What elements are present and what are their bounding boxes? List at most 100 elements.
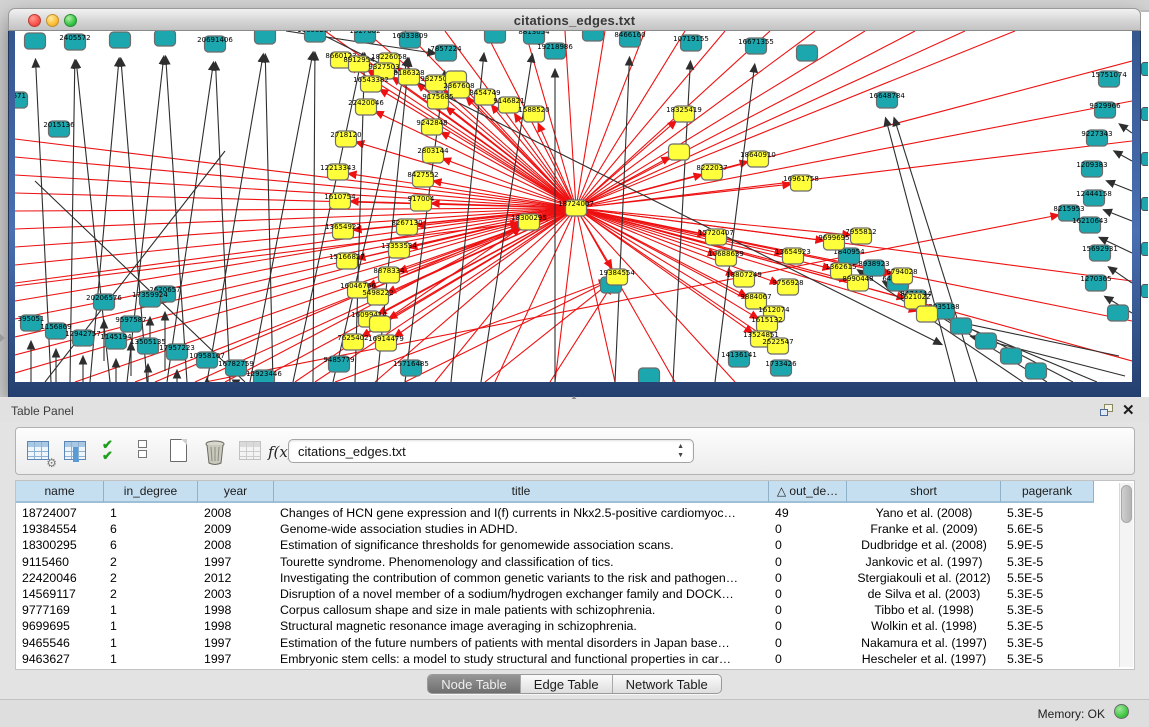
graph-edge[interactable] — [15, 208, 576, 229]
graph-node[interactable]: 19218986 — [537, 43, 573, 59]
graph-node[interactable]: 1209383 — [1076, 161, 1107, 177]
table-row[interactable]: 1830029562008Estimation of significance … — [16, 537, 1094, 553]
graph-node[interactable]: 1615132 — [751, 316, 782, 332]
graph-node[interactable]: 13353534 — [381, 242, 417, 258]
graph-node[interactable] — [1026, 363, 1047, 379]
graph-node[interactable]: 10653287 — [297, 31, 333, 42]
tab-network-table[interactable]: Network Table — [613, 675, 721, 693]
graph-node[interactable]: 9175685 — [422, 93, 453, 109]
graph-node[interactable]: 18640910 — [740, 151, 776, 167]
graph-node[interactable]: 16543382 — [353, 76, 389, 92]
table-row[interactable]: 2242004622012Investigating the contribut… — [16, 570, 1094, 586]
graph-node[interactable] — [669, 144, 690, 160]
table-row[interactable]: 911546021997Tourette syndrome. Phenomeno… — [16, 554, 1094, 570]
graph-node[interactable] — [951, 318, 972, 334]
float-panel-icon[interactable] — [1100, 404, 1114, 417]
graph-node[interactable] — [639, 368, 660, 382]
table-row[interactable]: 1938455462009Genome-wide association stu… — [16, 521, 1094, 537]
graph-node[interactable]: 9329966 — [1089, 102, 1121, 118]
graph-edge[interactable] — [576, 31, 605, 208]
graph-edge[interactable] — [166, 57, 187, 382]
table-row[interactable]: 977716911998Corpus callosum shape and si… — [16, 602, 1094, 618]
graph-node[interactable]: 12444158 — [1076, 190, 1112, 206]
graph-edge[interactable] — [15, 139, 576, 208]
graph-node[interactable]: 1588520 — [518, 106, 549, 122]
table-row[interactable]: 1456911722003Disruption of a novel membe… — [16, 586, 1094, 602]
graph-node[interactable]: 8427552 — [407, 171, 438, 187]
graph-edge[interactable] — [565, 31, 576, 208]
graph-node[interactable]: 16671355 — [738, 38, 774, 54]
graph-edge[interactable] — [215, 63, 230, 382]
table-source-dropdown[interactable]: citations_edges.txt ▲▼ — [288, 439, 694, 463]
graph-node[interactable]: 22420046 — [348, 99, 384, 115]
window-titlebar[interactable]: citations_edges.txt — [8, 8, 1141, 31]
rows-icon[interactable] — [132, 438, 160, 466]
graph-node[interactable] — [976, 333, 997, 349]
column-header-year[interactable]: year — [198, 481, 274, 503]
graph-node[interactable]: 2405572 — [59, 34, 90, 50]
graph-edge[interactable] — [207, 55, 263, 382]
graph-node[interactable]: 5498222 — [362, 289, 393, 305]
graph-node[interactable]: 14136141 — [721, 351, 757, 367]
graph-edge[interactable] — [858, 270, 1023, 382]
graph-edge[interactable] — [576, 101, 1132, 208]
graph-node[interactable]: 12923446 — [246, 370, 282, 382]
tab-node-table[interactable]: Node Table — [428, 675, 521, 693]
graph-edge[interactable] — [576, 31, 815, 208]
graph-node[interactable]: 9756928 — [772, 279, 803, 295]
graph-edge[interactable] — [1109, 267, 1132, 283]
column-header-name[interactable]: name — [16, 481, 104, 503]
graph-node[interactable] — [917, 306, 938, 322]
graph-node[interactable]: 1733426 — [765, 360, 797, 376]
graph-edge[interactable] — [447, 108, 576, 208]
graph-node[interactable]: 7955812 — [845, 228, 876, 244]
memory-ok-indicator[interactable] — [1114, 704, 1129, 719]
table-row[interactable]: 969969511998Structural magnetic resonanc… — [16, 618, 1094, 634]
graph-node[interactable]: 13654922 — [325, 223, 361, 239]
graph-edge[interactable] — [1120, 124, 1132, 133]
column-header-short[interactable]: short — [847, 481, 1001, 503]
graph-node[interactable]: 10688639 — [708, 250, 744, 266]
close-panel-icon[interactable]: ✕ — [1122, 401, 1135, 419]
column-header-out_de[interactable]: △ out_de… — [769, 481, 847, 503]
graph-node[interactable]: 8466160 — [614, 31, 645, 47]
graph-node[interactable]: 16210643 — [1072, 217, 1108, 233]
graph-node[interactable]: 20206576 — [86, 294, 122, 310]
graph-node[interactable]: 2803144 — [417, 147, 449, 163]
graph-node[interactable]: 16961758 — [783, 175, 819, 191]
graph-node[interactable]: 8878334 — [373, 267, 405, 283]
delete-trash-icon[interactable] — [202, 438, 230, 466]
graph-node[interactable] — [370, 316, 391, 332]
tab-edge-table[interactable]: Edge Table — [521, 675, 613, 693]
graph-edge[interactable] — [15, 208, 576, 373]
graph-node[interactable]: 16033809 — [392, 32, 428, 48]
column-select-icon[interactable] — [63, 438, 91, 466]
graph-node[interactable]: 15716485 — [393, 360, 429, 376]
graph-node[interactable] — [25, 33, 46, 49]
graph-edge[interactable] — [15, 208, 576, 301]
graph-node[interactable]: 2015136 — [43, 121, 75, 137]
graph-edge[interactable] — [376, 112, 576, 208]
graph-edge[interactable] — [576, 31, 685, 208]
graph-edge[interactable] — [442, 132, 576, 208]
graph-node[interactable]: 18325419 — [666, 106, 702, 122]
graph-node[interactable]: 8222037 — [696, 164, 727, 180]
graph-node[interactable] — [1001, 348, 1022, 364]
graph-node[interactable] — [485, 31, 506, 43]
graph-node[interactable] — [797, 45, 818, 61]
table-settings-icon[interactable]: ⚙ — [26, 438, 54, 466]
graph-node[interactable]: 2671 — [15, 92, 28, 108]
table-row[interactable]: 946554611997Estimation of the future num… — [16, 635, 1094, 651]
graph-edge[interactable] — [576, 31, 725, 208]
graph-node[interactable] — [110, 32, 131, 48]
graph-node[interactable]: 15692931 — [1082, 245, 1118, 261]
scrollbar-thumb[interactable] — [1121, 485, 1132, 523]
graph-edge[interactable] — [1104, 210, 1132, 221]
graph-edge[interactable] — [167, 63, 213, 382]
graph-node[interactable]: 2522547 — [762, 338, 793, 354]
select-all-check-icon[interactable]: ✔✔ — [100, 438, 128, 466]
column-header-pagerank[interactable]: pagerank — [1001, 481, 1094, 503]
graph-node[interactable] — [1108, 305, 1129, 321]
graph-edge[interactable] — [550, 286, 611, 382]
graph-node[interactable]: 7625402 — [337, 334, 368, 350]
